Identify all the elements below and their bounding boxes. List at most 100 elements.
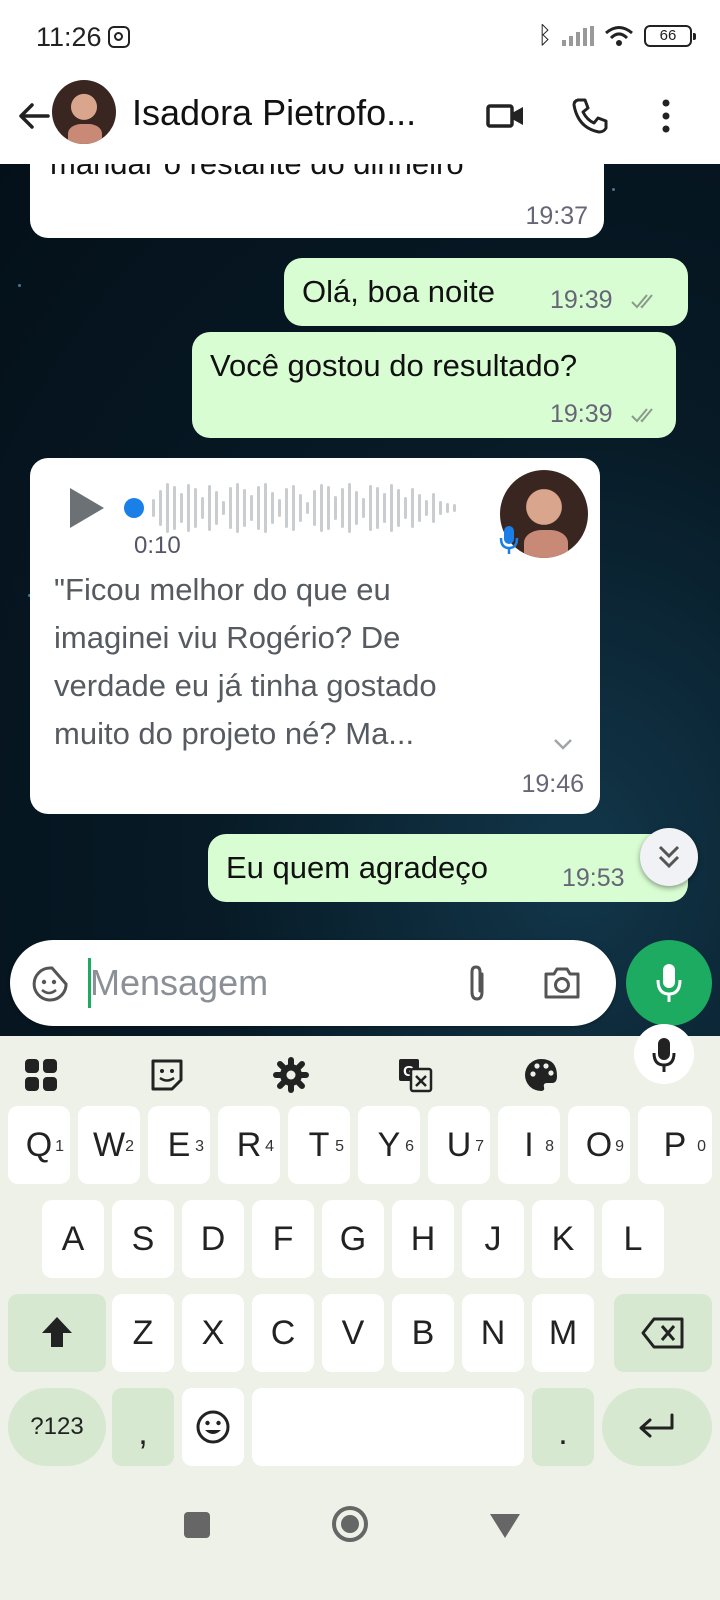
emoji-icon [196, 1410, 230, 1444]
key-v[interactable]: V [322, 1294, 384, 1372]
contact-name[interactable]: Isadora Pietrofo... [132, 92, 472, 134]
key-h[interactable]: H [392, 1200, 454, 1278]
double-chevron-down-icon [658, 845, 680, 869]
key-t[interactable]: T5 [288, 1106, 350, 1184]
period-key[interactable]: . [532, 1388, 594, 1466]
keyboard-voice-button[interactable] [634, 1024, 694, 1084]
playback-position-dot[interactable] [124, 498, 144, 518]
voice-transcript[interactable]: "Ficou melhor do que eu imaginei viu Rog… [54, 566, 534, 758]
backspace-key[interactable] [614, 1294, 712, 1372]
key-y[interactable]: Y6 [358, 1106, 420, 1184]
key-u[interactable]: U7 [428, 1106, 490, 1184]
more-vert-icon[interactable] [644, 94, 688, 138]
message-outgoing[interactable]: Eu quem agradeço 19:53 [208, 834, 688, 902]
message-outgoing[interactable]: Você gostou do resultado? 19:39 [192, 332, 676, 438]
backspace-icon [641, 1317, 684, 1349]
message-text: Eu quem agradeço [226, 850, 488, 885]
voice-duration: 0:10 [134, 532, 181, 559]
audio-waveform[interactable] [152, 480, 456, 536]
play-icon[interactable] [70, 488, 104, 528]
key-g[interactable]: G [322, 1200, 384, 1278]
key-label: E [167, 1126, 191, 1164]
bluetooth-icon: ᛒ [537, 22, 552, 49]
read-ticks-icon [631, 294, 653, 309]
message-text: Olá, boa noite [302, 274, 496, 309]
key-hint: 7 [475, 1138, 484, 1155]
symbols-key[interactable]: ?123 [8, 1388, 106, 1466]
key-e[interactable]: E3 [148, 1106, 210, 1184]
key-hint: 6 [405, 1138, 414, 1155]
comma-key[interactable]: , [112, 1388, 174, 1466]
message-outgoing[interactable]: Olá, boa noite 19:39 [284, 258, 688, 326]
key-label: P [663, 1126, 687, 1164]
shift-key[interactable] [8, 1294, 106, 1372]
key-c[interactable]: C [252, 1294, 314, 1372]
keyboard-toolbar: G [0, 1024, 720, 1112]
attach-icon[interactable] [462, 964, 492, 1004]
key-n[interactable]: N [462, 1294, 524, 1372]
key-label: U [446, 1126, 472, 1164]
key-hint: 2 [125, 1138, 134, 1155]
back-button[interactable] [490, 1514, 520, 1538]
message-input[interactable]: Mensagem [90, 962, 268, 1004]
chevron-down-icon[interactable] [552, 736, 574, 752]
message-text: Você gostou do resultado? [210, 348, 578, 383]
enter-key[interactable] [602, 1388, 712, 1466]
message-time: 19:37 [525, 202, 588, 230]
shift-icon [42, 1317, 72, 1347]
key-p[interactable]: P0 [638, 1106, 712, 1184]
message-incoming[interactable]: mandar o restante do dinheiro 19:37 [30, 164, 604, 238]
translate-icon[interactable]: G [396, 1056, 434, 1094]
key-hint: 8 [545, 1138, 554, 1155]
key-label: O [585, 1126, 613, 1164]
apps-grid-icon[interactable] [22, 1056, 60, 1094]
transcript-line: muito do projeto né? Ma... [54, 716, 415, 751]
sticker-icon[interactable] [148, 1056, 186, 1094]
key-d[interactable]: D [182, 1200, 244, 1278]
key-j[interactable]: J [462, 1200, 524, 1278]
home-button[interactable] [332, 1506, 368, 1542]
key-o[interactable]: O9 [568, 1106, 630, 1184]
voice-message[interactable]: 0:10 "Ficou melhor do que eu imaginei vi… [30, 458, 600, 814]
key-hint: 5 [335, 1138, 344, 1155]
key-z[interactable]: Z [112, 1294, 174, 1372]
key-a[interactable]: A [42, 1200, 104, 1278]
video-call-icon[interactable] [484, 94, 528, 138]
key-i[interactable]: I8 [498, 1106, 560, 1184]
contact-avatar[interactable] [52, 80, 116, 144]
palette-icon[interactable] [522, 1056, 560, 1094]
message-composer[interactable]: Mensagem [10, 940, 616, 1026]
read-ticks-icon [631, 408, 653, 423]
status-bar: 11:26 ᛒ 66 [0, 0, 720, 76]
recents-button[interactable] [184, 1512, 210, 1538]
key-m[interactable]: M [532, 1294, 594, 1372]
key-q[interactable]: Q1 [8, 1106, 70, 1184]
key-hint: 9 [615, 1138, 624, 1155]
settings-gear-icon[interactable] [272, 1056, 310, 1094]
key-x[interactable]: X [182, 1294, 244, 1372]
key-l[interactable]: L [602, 1200, 664, 1278]
key-k[interactable]: K [532, 1200, 594, 1278]
key-s[interactable]: S [112, 1200, 174, 1278]
scroll-to-bottom-button[interactable] [640, 828, 698, 886]
emoji-key[interactable] [182, 1388, 244, 1466]
camera-icon[interactable] [542, 964, 582, 1002]
phone-icon[interactable] [568, 94, 612, 138]
voice-record-button[interactable] [626, 940, 712, 1026]
key-r[interactable]: R4 [218, 1106, 280, 1184]
transcript-line: "Ficou melhor do que eu [54, 572, 391, 607]
sticker-icon[interactable] [30, 964, 70, 1004]
space-key[interactable] [252, 1388, 524, 1466]
key-hint: 4 [265, 1138, 274, 1155]
instagram-notification-icon [108, 26, 130, 48]
key-label: W [92, 1126, 126, 1164]
key-b[interactable]: B [392, 1294, 454, 1372]
signal-icon [562, 26, 594, 46]
message-list[interactable]: mandar o restante do dinheiro 19:37 Olá,… [0, 164, 720, 1036]
home-dot-icon [341, 1515, 359, 1533]
enter-icon [639, 1413, 674, 1438]
key-w[interactable]: W2 [78, 1106, 140, 1184]
key-f[interactable]: F [252, 1200, 314, 1278]
back-arrow-icon[interactable] [14, 96, 54, 136]
transcript-line: verdade eu já tinha gostado [54, 668, 437, 703]
